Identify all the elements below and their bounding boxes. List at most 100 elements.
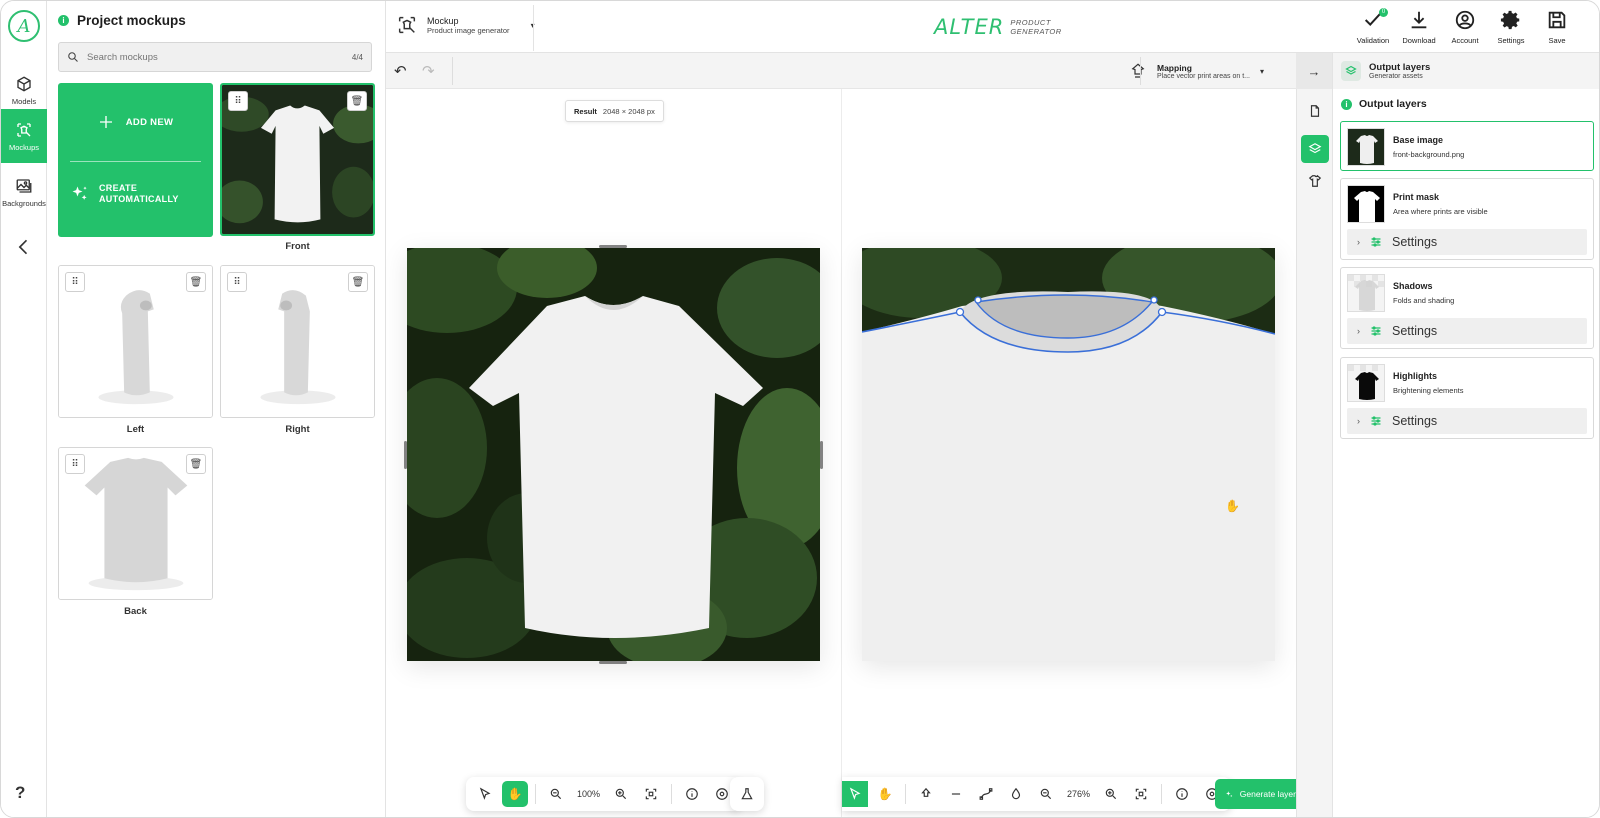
resize-handle-right[interactable] [820,441,823,469]
drag-handle[interactable]: ⠿ [227,272,247,292]
pan-tool-icon[interactable]: ✋ [502,781,528,807]
info-icon[interactable]: i [58,15,69,26]
zoom-out-icon[interactable] [543,781,569,807]
mockups-panel: i Project mockups 4/4 ADD NEW CREATE AUT… [47,1,386,817]
info-circle-icon[interactable] [1169,781,1195,807]
mockup-card-front[interactable]: ⠿ 🗑 [220,83,375,236]
layer-settings-toggle[interactable]: › Settings [1347,229,1587,255]
tshirt-tab[interactable] [1301,167,1329,195]
result-size: 2048 × 2048 px [602,106,655,116]
card-label-front: Front [285,241,310,252]
validation-button[interactable]: 0 Validation [1350,8,1396,45]
download-icon [1411,11,1427,29]
layer-name: Highlights [1393,371,1437,381]
plus-icon [99,116,112,128]
flask-button[interactable] [730,777,764,811]
save-button[interactable]: Save [1534,9,1580,45]
drop-icon[interactable] [1003,781,1029,807]
document-tab[interactable] [1301,97,1329,125]
validation-label: Validation [1356,36,1390,45]
layers-tab[interactable] [1301,135,1329,163]
delete-button[interactable]: 🗑 [348,272,368,292]
layer-thumbnail [1347,364,1385,402]
caret-down-icon: ▾ [1260,66,1265,76]
app-logo[interactable]: A [8,10,40,42]
settings-button[interactable]: Settings [1488,9,1534,45]
layer-shadows[interactable]: Shadows Folds and shading › Settings [1340,267,1594,349]
pan-tool-icon[interactable]: ✋ [872,781,898,807]
mockup-card-right[interactable]: ⠿ 🗑 [220,265,375,418]
output-section-title: i Output layers [1341,98,1427,110]
bezier-tool-icon[interactable] [973,781,999,807]
pointer-tool-icon[interactable] [472,781,498,807]
undo-icon[interactable]: ↶ [394,62,414,80]
mockup-card-left[interactable]: ⠿ 🗑 [58,265,213,418]
chevron-right-icon: › [1357,416,1360,426]
rail-label-mockups: Mockups [8,142,39,152]
fit-screen-icon[interactable] [638,781,664,807]
layer-settings-toggle[interactable]: › Settings [1347,318,1587,344]
zoom-out-icon[interactable] [1033,781,1059,807]
image-icon [16,178,32,193]
layer-name: Base image [1393,135,1444,145]
save-icon [1548,11,1566,29]
zoom-in-icon[interactable] [608,781,634,807]
search-input[interactable] [87,51,344,63]
rail-label-backgrounds: Backgrounds [2,198,46,208]
info-circle-icon[interactable] [679,781,705,807]
download-button[interactable]: Download [1396,9,1442,45]
tshirt-icon [1308,174,1322,187]
account-icon [1455,10,1475,30]
zoom-level: 100% [577,789,601,799]
mapping-selector[interactable]: Mapping Place vector print areas on t...… [1129,57,1279,85]
mockup-selector[interactable]: Mockup Product image generator ▾ [396,14,535,36]
arrow-right-icon[interactable]: → [1296,53,1332,89]
chevron-right-icon: › [1357,326,1360,336]
drag-handle[interactable]: ⠿ [228,91,248,111]
drag-handle[interactable]: ⠿ [65,454,85,474]
app-window: A Models Mockups Backgrounds ? i Project… [0,0,1600,818]
result-canvas-tools: ✋ 100% [466,777,742,811]
pointer-tool-icon[interactable] [842,781,868,807]
resize-handle-bottom[interactable] [599,661,627,664]
rail-item-backgrounds[interactable]: Backgrounds [1,165,47,219]
download-label: Download [1402,36,1436,45]
info-icon[interactable]: i [1341,98,1352,110]
mockup-card-back[interactable]: ⠿ 🗑 [58,447,213,600]
line-tool-icon[interactable] [943,781,969,807]
sparkle-icon [1226,790,1233,797]
rail-item-mockups[interactable]: Mockups [1,109,47,163]
collapse-chevron-icon[interactable] [14,237,34,257]
vector-tool-icon[interactable] [913,781,939,807]
delete-button[interactable]: 🗑 [186,272,206,292]
generate-layer-button[interactable]: Generate layer [1215,779,1296,809]
redo-icon[interactable]: ↷ [422,62,442,80]
layer-thumbnail [1347,128,1385,166]
layer-name: Print mask [1393,192,1440,202]
account-button[interactable]: Account [1442,9,1488,45]
layer-print-mask[interactable]: Print mask Area where prints are visible… [1340,178,1594,260]
add-new-button[interactable]: ADD NEW [58,83,213,161]
delete-button[interactable]: 🗑 [347,91,367,111]
drag-handle[interactable]: ⠿ [65,272,85,292]
document-icon [1310,105,1320,117]
layer-thumbnail [1347,185,1385,223]
brand-logo: ALTER PRODUCT GENERATOR [934,15,1062,39]
create-automatically-button[interactable]: CREATE AUTOMATICALLY [70,183,179,205]
fit-screen-icon[interactable] [1128,781,1154,807]
zoom-in-icon[interactable] [1098,781,1124,807]
layer-highlights[interactable]: Highlights Brightening elements › Settin… [1340,357,1594,439]
mapping-icon [1131,63,1145,78]
help-button[interactable]: ? [15,783,25,803]
divider [905,784,906,804]
mapping-closeup-image [862,248,1275,661]
add-mockup-box: ADD NEW CREATE AUTOMATICALLY [58,83,213,237]
result-size-tag: Result 2048 × 2048 px [565,100,664,122]
delete-button[interactable]: 🗑 [186,454,206,474]
cube-icon [17,75,31,92]
layer-base-image[interactable]: Base image front-background.png [1340,121,1594,171]
panel-header: i Project mockups [58,13,186,28]
brand-sub-2: GENERATOR [1010,27,1062,36]
layer-settings-toggle[interactable]: › Settings [1347,408,1587,434]
top-bar: Mockup Product image generator ▾ ALTER P… [386,1,1599,53]
